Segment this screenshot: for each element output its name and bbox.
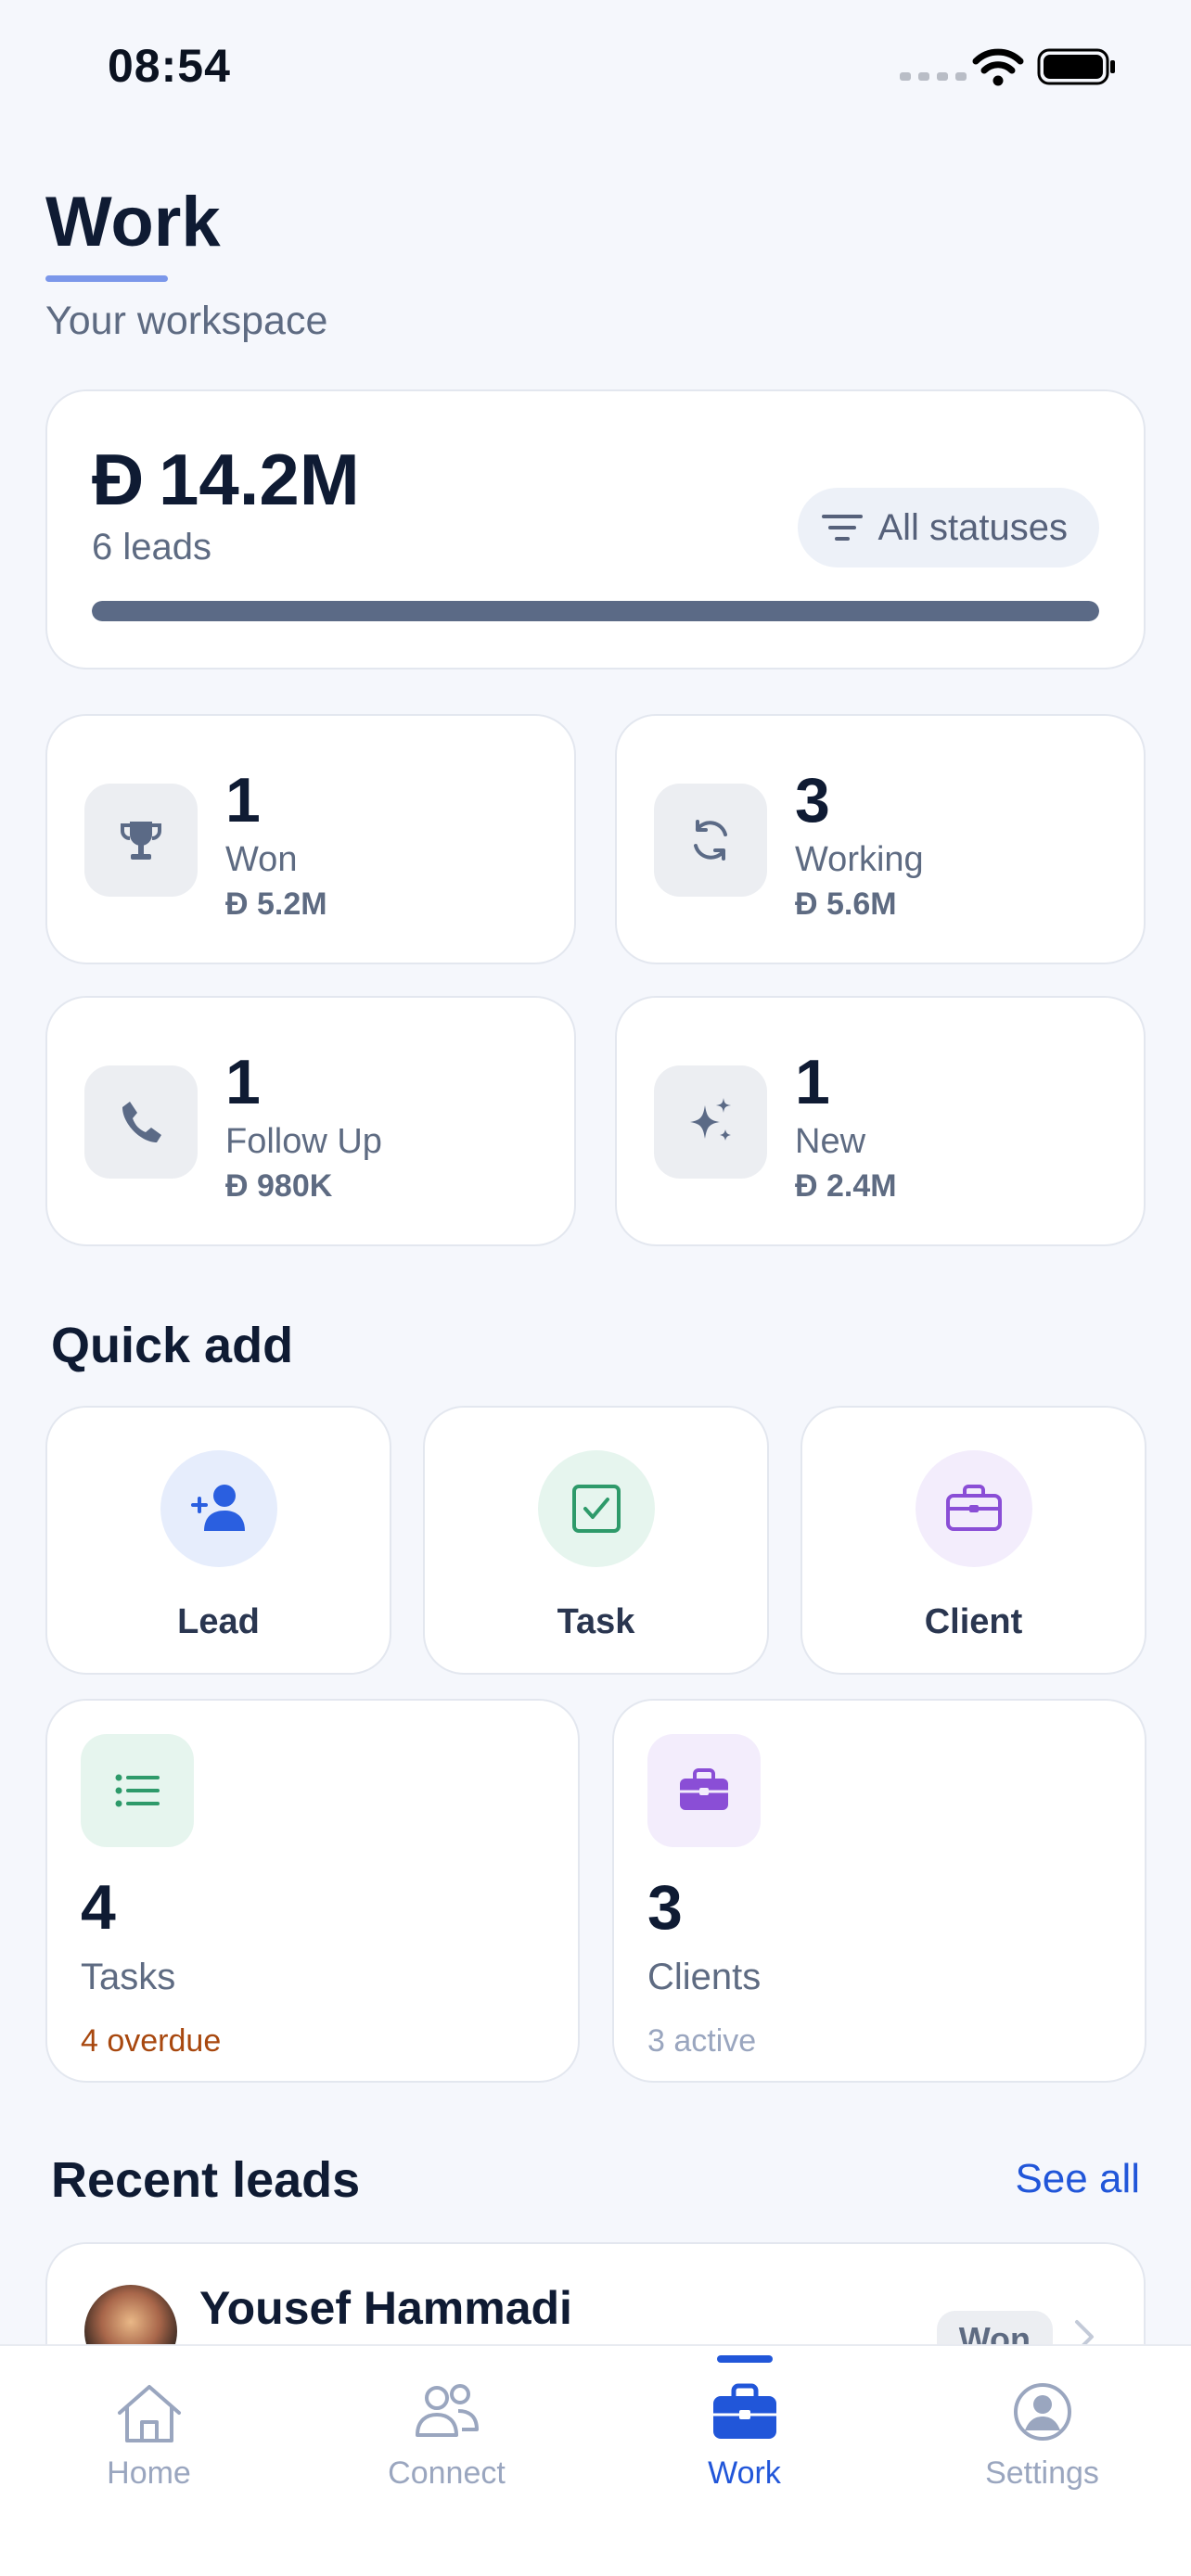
add-person-icon [160, 1450, 277, 1567]
quick-add-lead-button[interactable]: Lead [45, 1406, 391, 1675]
briefcase-icon [647, 1734, 761, 1847]
status-label: Follow Up [225, 1122, 382, 1161]
tab-bar: Home Connect Work Settings [0, 2344, 1191, 2576]
clients-count: 3 [647, 1872, 683, 1943]
quick-add-title: Quick add [51, 1318, 294, 1373]
filter-icon [822, 515, 864, 541]
status-filter-label: All statuses [877, 506, 1068, 548]
quick-add-label: Client [924, 1602, 1023, 1641]
tab-label: Settings [985, 2455, 1099, 2491]
lead-name: Yousef Hammadi [199, 2282, 572, 2334]
status-count: 1 [795, 1047, 830, 1117]
tab-settings[interactable]: Settings [893, 2346, 1191, 2513]
checkbox-icon [538, 1450, 655, 1567]
status-value: Đ 5.6M [795, 886, 897, 922]
tasks-count: 4 [81, 1872, 116, 1943]
status-label: New [795, 1122, 866, 1161]
clients-summary-card[interactable]: 3 Clients 3 active [612, 1699, 1146, 2083]
pipeline-summary-card: Đ 14.2M 6 leads All statuses [45, 389, 1146, 670]
see-all-link[interactable]: See all [1015, 2156, 1140, 2202]
list-icon [81, 1734, 194, 1847]
page-title: Work [45, 183, 221, 261]
tab-connect[interactable]: Connect [298, 2346, 596, 2513]
status-value: Đ 2.4M [795, 1168, 897, 1204]
recent-leads-title: Recent leads [51, 2152, 361, 2208]
tab-label: Connect [388, 2455, 506, 2491]
tab-label: Home [107, 2455, 191, 2491]
status-label: Working [795, 840, 924, 879]
battery-icon [1037, 48, 1115, 85]
status-filter-button[interactable]: All statuses [798, 488, 1099, 567]
status-card-working[interactable]: 3 Working Đ 5.6M [615, 714, 1146, 964]
home-icon [117, 2385, 181, 2442]
people-icon [415, 2384, 479, 2437]
status-count: 1 [225, 765, 261, 835]
status-bar: 08:54 [0, 0, 1191, 139]
page-subtitle: Your workspace [45, 299, 328, 343]
status-value: Đ 980K [225, 1168, 333, 1204]
status-time: 08:54 [108, 40, 231, 92]
pipeline-leads-count: 6 leads [92, 527, 211, 567]
pipeline-progress-bar [92, 601, 1099, 621]
trophy-icon [84, 784, 198, 897]
tab-label: Work [708, 2455, 781, 2491]
user-circle-icon [1013, 2383, 1071, 2441]
status-label: Won [225, 840, 298, 879]
quick-add-label: Task [557, 1602, 635, 1641]
cellular-signal-icon [900, 72, 967, 81]
tab-home[interactable]: Home [0, 2346, 298, 2513]
phone-icon [84, 1065, 198, 1179]
status-count: 3 [795, 765, 830, 835]
tab-work[interactable]: Work [596, 2346, 893, 2513]
pipeline-total-amount: Đ 14.2M [92, 439, 360, 520]
tasks-summary-card[interactable]: 4 Tasks 4 overdue [45, 1699, 580, 2083]
active-tab-indicator [716, 2355, 773, 2363]
briefcase-icon [916, 1450, 1032, 1567]
quick-add-client-button[interactable]: Client [800, 1406, 1146, 1675]
refresh-icon [654, 784, 767, 897]
status-card-new[interactable]: 1 New Đ 2.4M [615, 996, 1146, 1246]
clients-active: 3 active [647, 2023, 757, 2059]
title-underline [45, 275, 168, 282]
clients-label: Clients [647, 1957, 762, 1997]
sparkles-icon [654, 1065, 767, 1179]
briefcase-icon [712, 2383, 776, 2439]
quick-add-task-button[interactable]: Task [423, 1406, 769, 1675]
pipeline-progress-fill [92, 601, 1099, 621]
tasks-label: Tasks [81, 1957, 176, 1997]
status-count: 1 [225, 1047, 261, 1117]
status-card-won[interactable]: 1 Won Đ 5.2M [45, 714, 576, 964]
quick-add-label: Lead [177, 1602, 260, 1641]
wifi-icon [972, 48, 1024, 86]
status-card-follow-up[interactable]: 1 Follow Up Đ 980K [45, 996, 576, 1246]
status-value: Đ 5.2M [225, 886, 327, 922]
tasks-overdue: 4 overdue [81, 2023, 222, 2059]
